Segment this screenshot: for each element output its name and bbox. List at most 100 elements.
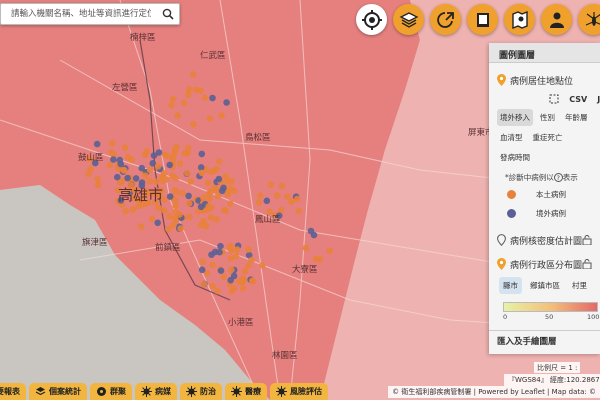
search-input[interactable] [1,4,151,24]
local-case-marker[interactable] [204,179,212,187]
local-case-marker[interactable] [235,278,243,285]
tab-serotype[interactable]: 血清型 [497,129,526,146]
local-case-marker[interactable] [164,152,171,160]
local-case-marker[interactable] [227,255,235,262]
tab-township[interactable]: 鄉鎮市區 [526,277,564,294]
local-case-marker[interactable] [277,206,285,214]
mosquito-button[interactable] [578,4,600,35]
local-case-marker[interactable] [228,266,235,274]
local-case-marker[interactable] [245,262,252,270]
local-case-marker[interactable] [176,160,184,167]
tab-report[interactable]: 要報表 [0,383,26,400]
local-case-marker[interactable] [207,214,214,221]
local-case-marker[interactable] [216,158,223,165]
local-case-marker[interactable] [248,256,255,264]
local-case-marker[interactable] [121,144,129,151]
local-case-marker[interactable] [142,172,149,180]
local-case-marker[interactable] [302,244,310,252]
local-case-marker[interactable] [94,181,102,189]
local-case-marker[interactable] [186,213,193,221]
imported-case-marker[interactable] [198,266,206,274]
section-density[interactable]: 病例核密度估計圖 [489,231,600,249]
local-case-marker[interactable] [159,177,166,184]
local-case-marker[interactable] [187,178,194,185]
local-case-marker[interactable] [153,178,160,185]
search-box[interactable] [0,3,180,25]
local-case-marker[interactable] [169,154,177,161]
imported-case-marker[interactable] [307,227,315,235]
tab-cluster[interactable]: 群聚 [90,383,132,400]
tab-age[interactable]: 年齡層 [562,109,591,126]
local-case-marker[interactable] [224,178,231,185]
local-case-marker[interactable] [241,267,249,275]
local-case-marker[interactable] [326,247,334,255]
person-button[interactable] [541,4,572,35]
local-case-marker[interactable] [256,192,264,199]
local-case-marker[interactable] [214,192,222,200]
local-case-marker[interactable] [284,193,291,200]
local-case-marker[interactable] [185,86,193,93]
local-case-marker[interactable] [206,115,214,122]
local-case-marker[interactable] [198,169,206,177]
local-case-marker[interactable] [189,71,197,78]
local-case-marker[interactable] [200,194,207,202]
local-case-marker[interactable] [227,200,234,207]
local-case-marker[interactable] [128,156,135,164]
imported-case-marker[interactable] [154,219,161,227]
tab-risk-assessment[interactable]: 風險評估 [270,383,328,400]
local-case-marker[interactable] [173,143,180,150]
local-case-marker[interactable] [129,206,137,213]
local-case-marker[interactable] [201,94,209,101]
tab-medical[interactable]: 醫療 [225,383,267,400]
section-residence[interactable]: 病例居住地點位 [489,71,600,89]
local-case-marker[interactable] [231,187,238,195]
csv-download-button[interactable]: CSV [569,95,587,104]
local-case-marker[interactable] [174,112,181,119]
local-case-marker[interactable] [267,181,275,188]
local-case-marker[interactable] [208,204,215,211]
imported-case-marker[interactable] [155,149,163,156]
local-case-marker[interactable] [209,261,216,269]
local-case-marker[interactable] [180,99,188,107]
local-case-marker[interactable] [190,121,197,128]
imported-case-marker[interactable] [230,272,238,280]
local-case-marker[interactable] [255,199,263,206]
local-case-marker[interactable] [266,208,273,215]
imported-case-marker[interactable] [124,174,131,182]
imported-case-marker[interactable] [217,242,224,250]
local-case-marker[interactable] [170,222,177,229]
local-case-marker[interactable] [273,192,281,199]
local-case-marker[interactable] [220,273,228,281]
imported-case-marker[interactable] [166,161,173,169]
local-case-marker[interactable] [197,221,205,229]
local-case-marker[interactable] [207,187,215,195]
local-case-marker[interactable] [293,195,301,203]
local-case-marker[interactable] [316,256,324,263]
local-case-marker[interactable] [106,162,114,169]
local-case-marker[interactable] [181,149,188,157]
local-case-marker[interactable] [161,207,168,214]
imported-case-marker[interactable] [93,140,101,148]
layers-button[interactable] [393,4,424,35]
book-button[interactable] [467,4,498,35]
local-case-marker[interactable] [143,148,151,155]
search-icon[interactable] [162,8,174,20]
local-case-marker[interactable] [172,208,179,216]
tab-gender[interactable]: 性別 [537,109,558,126]
local-case-marker[interactable] [233,246,241,253]
imported-case-marker[interactable] [215,175,223,183]
local-case-marker[interactable] [172,202,179,209]
locate-button[interactable] [356,4,387,35]
local-case-marker[interactable] [199,258,207,266]
tab-onset-time[interactable]: 發病時間 [497,149,533,166]
local-case-marker[interactable] [109,140,116,147]
imported-case-marker[interactable] [208,251,215,258]
local-case-marker[interactable] [245,246,252,253]
imported-case-marker[interactable] [198,150,206,158]
local-case-marker[interactable] [168,102,175,109]
imported-case-marker[interactable] [117,160,125,168]
local-case-marker[interactable] [213,216,220,223]
local-case-marker[interactable] [177,225,184,232]
local-case-marker[interactable] [213,165,220,173]
map-button[interactable] [504,4,535,35]
